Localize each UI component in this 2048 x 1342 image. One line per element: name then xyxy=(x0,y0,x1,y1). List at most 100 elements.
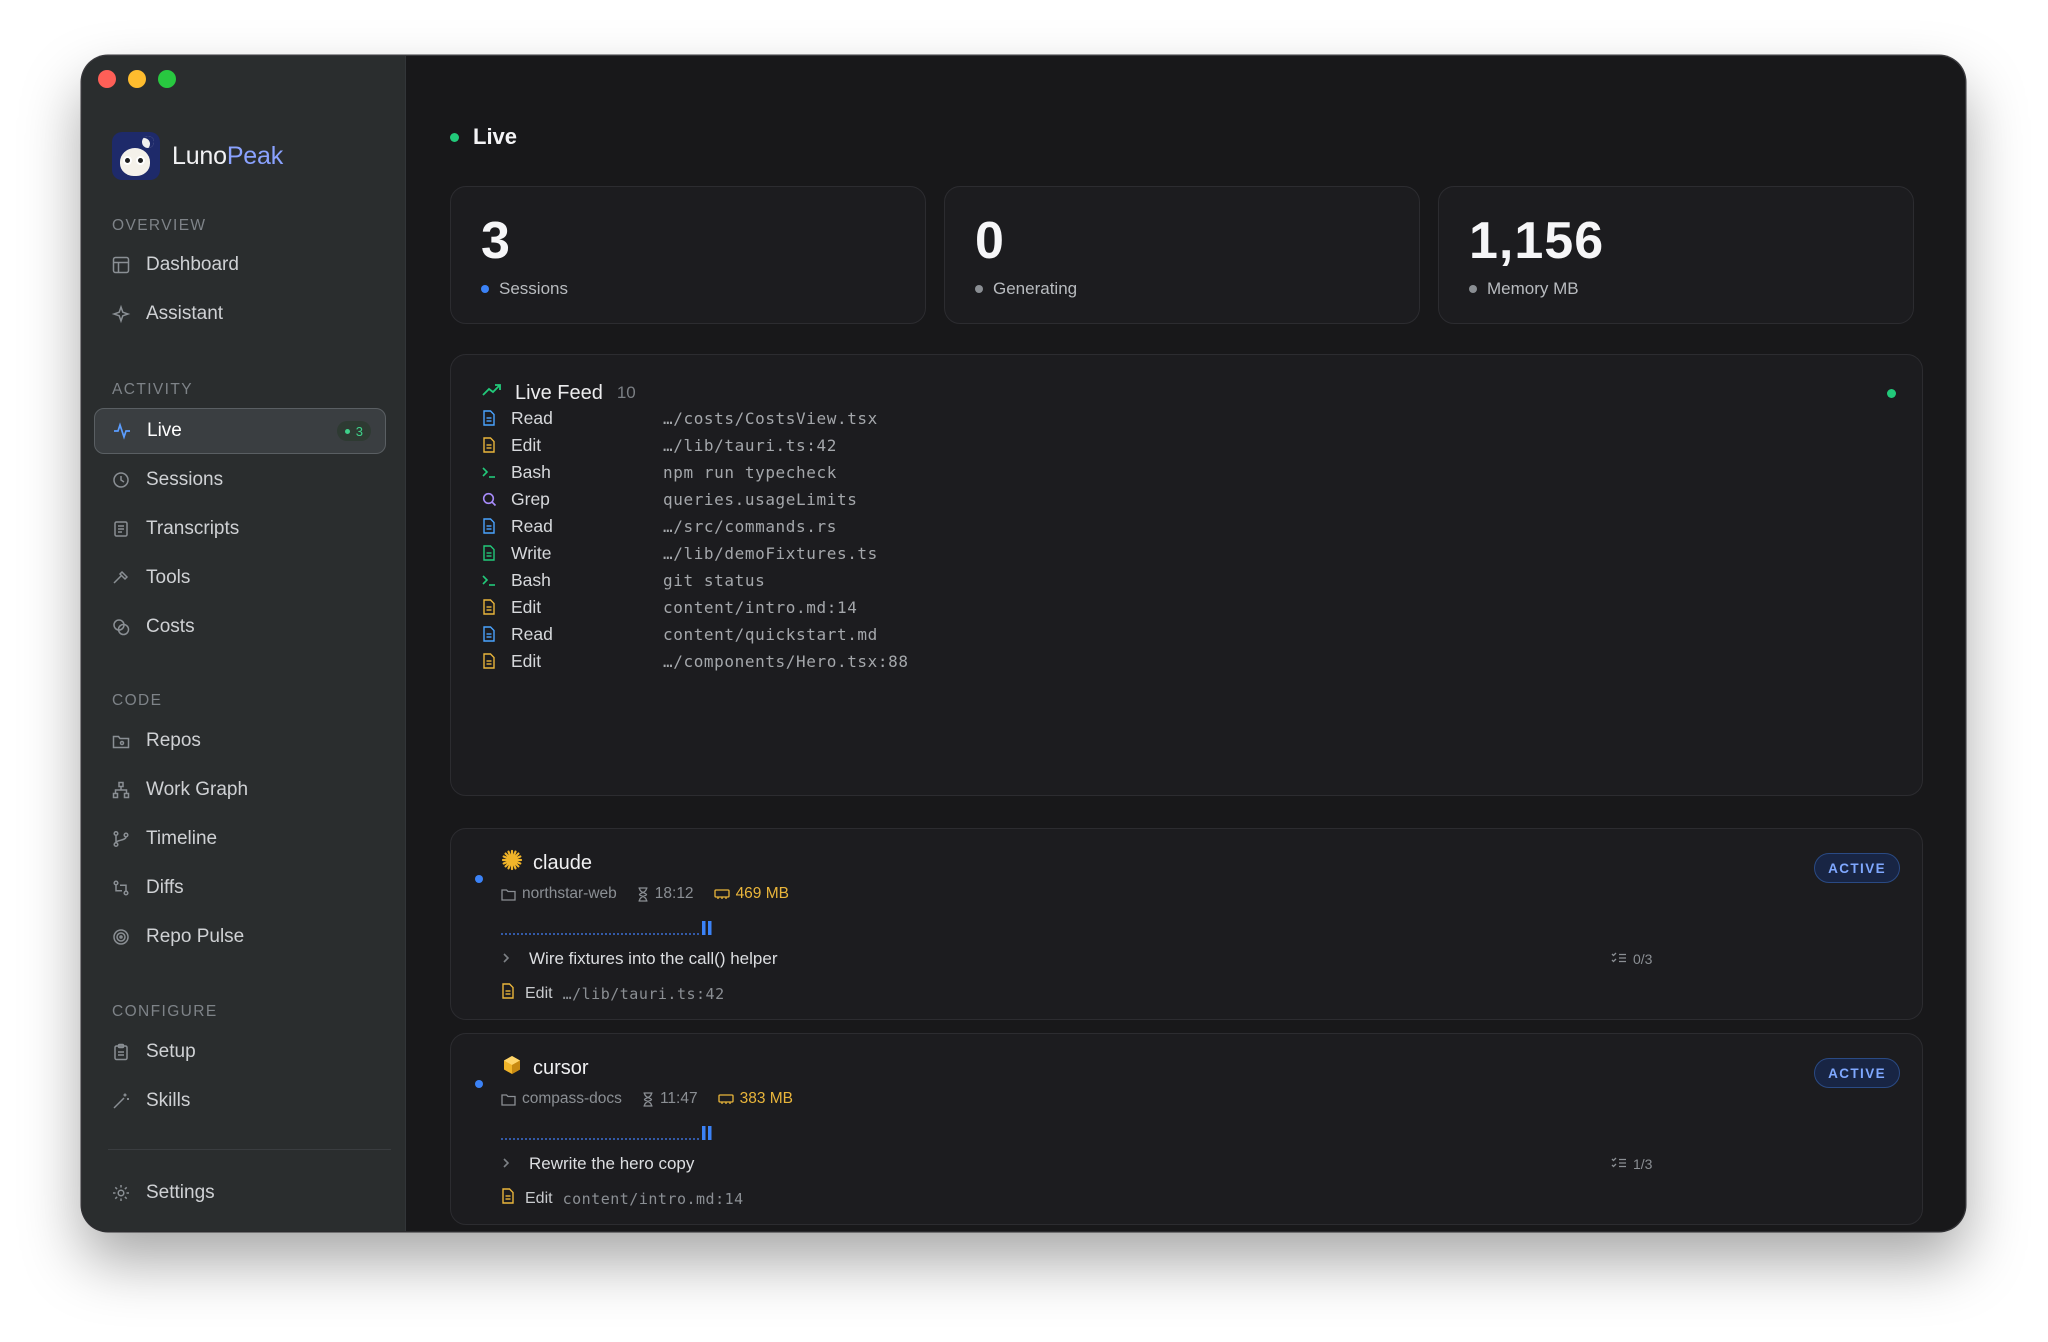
session-duration: 18:12 xyxy=(637,885,694,903)
sidebar-item-tools[interactable]: Tools xyxy=(94,555,386,601)
file-edit-icon xyxy=(501,1188,515,1209)
folder-icon xyxy=(501,888,516,901)
live-feed-panel: Live Feed 10 Read …/costs/CostsView.tsx Ed… xyxy=(450,354,1923,796)
session-card-claude[interactable]: claude northstar-web 18:12 469 MB ACTIVE… xyxy=(450,828,1923,1020)
page-title: Live xyxy=(450,124,517,150)
session-card-cursor[interactable]: cursor compass-docs 11:47 383 MB ACTIVE … xyxy=(450,1033,1923,1225)
sidebar-item-assistant[interactable]: Assistant xyxy=(94,291,386,337)
session-last-tool: Edit xyxy=(525,1189,553,1207)
git-compare-icon xyxy=(110,877,132,899)
section-label-activity: ACTIVITY xyxy=(112,381,193,398)
sidebar-item-skills[interactable]: Skills xyxy=(94,1078,386,1124)
session-repo: northstar-web xyxy=(501,885,617,903)
sidebar-item-repo-pulse[interactable]: Repo Pulse xyxy=(94,914,386,960)
stat-value: 1,156 xyxy=(1469,212,1605,270)
sidebar-item-dashboard[interactable]: Dashboard xyxy=(94,242,386,288)
feed-row[interactable]: Edit …/components/Hero.tsx:88 xyxy=(481,646,1681,676)
session-repo-name: northstar-web xyxy=(522,885,617,902)
sidebar-item-work-graph[interactable]: Work Graph xyxy=(94,767,386,813)
sidebar-item-settings[interactable]: Settings xyxy=(94,1170,386,1216)
sidebar-item-diffs[interactable]: Diffs xyxy=(94,865,386,911)
file-edit-icon xyxy=(481,652,497,670)
feed-tool-name: Read xyxy=(511,515,553,536)
zoom-window-button[interactable] xyxy=(158,70,176,88)
file-icon xyxy=(481,517,497,535)
brand: LunoPeak xyxy=(112,132,283,180)
session-memory-value: 383 MB xyxy=(739,1090,793,1107)
scroll-icon xyxy=(110,518,132,540)
file-edit-icon xyxy=(501,983,515,1004)
sidebar-item-sessions[interactable]: Sessions xyxy=(94,457,386,503)
session-memory: 383 MB xyxy=(717,1090,793,1108)
session-status-badge: ACTIVE xyxy=(1814,853,1900,883)
sidebar-item-label: Work Graph xyxy=(146,779,249,800)
session-title: cursor xyxy=(501,1054,589,1082)
sidebar-item-live[interactable]: Live 3 xyxy=(94,408,386,454)
stat-card-generating: 0 Generating xyxy=(944,186,1420,324)
owl-logo xyxy=(112,132,160,180)
sidebar-item-repos[interactable]: Repos xyxy=(94,718,386,764)
session-duration: 11:47 xyxy=(642,1090,698,1108)
feed-row[interactable]: Bash npm run typecheck xyxy=(481,457,1681,487)
memory-chip-icon xyxy=(713,888,730,900)
feed-tool-name: Read xyxy=(511,407,553,428)
feed-target-path: …/components/Hero.tsx:88 xyxy=(663,651,909,671)
session-task-row[interactable]: Wire fixtures into the call() helper xyxy=(501,949,777,969)
sidebar-item-label: Setup xyxy=(146,1041,196,1062)
session-memory-value: 469 MB xyxy=(735,885,789,902)
feed-row[interactable]: Bash git status xyxy=(481,565,1681,595)
terminal-icon xyxy=(481,463,497,481)
feed-row[interactable]: Read content/quickstart.md xyxy=(481,619,1681,649)
section-label-overview: OVERVIEW xyxy=(112,217,207,234)
brand-name-second: Peak xyxy=(226,141,284,170)
app-window: LunoPeak OVERVIEW Dashboard Assistant AC… xyxy=(82,56,1965,1231)
radar-icon xyxy=(110,926,132,948)
file-edit-icon xyxy=(481,598,497,616)
sidebar: LunoPeak OVERVIEW Dashboard Assistant AC… xyxy=(82,56,406,1231)
feed-row[interactable]: Edit …/lib/tauri.ts:42 xyxy=(481,430,1681,460)
session-last-path: content/intro.md:14 xyxy=(562,1189,744,1208)
feed-target-path: …/lib/demoFixtures.ts xyxy=(663,543,878,563)
stat-label: Sessions xyxy=(481,279,568,299)
chevron-right-icon xyxy=(501,1156,513,1172)
terminal-icon xyxy=(481,571,497,589)
checklist-icon xyxy=(1611,1156,1627,1172)
section-label-configure: CONFIGURE xyxy=(112,1003,218,1020)
minimize-window-button[interactable] xyxy=(128,70,146,88)
feed-target-path: …/src/commands.rs xyxy=(663,516,837,536)
feed-tool-name: Grep xyxy=(511,488,550,509)
close-window-button[interactable] xyxy=(98,70,116,88)
coins-icon xyxy=(110,616,132,638)
hammer-icon xyxy=(110,567,132,589)
feed-row[interactable]: Read …/costs/CostsView.tsx xyxy=(481,403,1681,433)
sidebar-item-transcripts[interactable]: Transcripts xyxy=(94,506,386,552)
activity-pulse-icon xyxy=(111,420,133,442)
feed-row[interactable]: Read …/src/commands.rs xyxy=(481,511,1681,541)
sidebar-item-setup[interactable]: Setup xyxy=(94,1029,386,1075)
feed-tool-name: Edit xyxy=(511,434,542,455)
feed-row[interactable]: Grep queries.usageLimits xyxy=(481,484,1681,514)
sidebar-item-label: Dashboard xyxy=(146,254,239,275)
sparkle-icon xyxy=(110,303,132,325)
session-progress-value: 0/3 xyxy=(1633,951,1653,967)
stat-label-text: Sessions xyxy=(499,279,568,298)
live-indicator-dot xyxy=(450,132,459,142)
feed-target-path: …/lib/tauri.ts:42 xyxy=(663,435,837,455)
live-feed-count: 10 xyxy=(616,383,636,402)
sidebar-item-costs[interactable]: Costs xyxy=(94,604,386,650)
feed-tool-name: Edit xyxy=(511,650,542,671)
sidebar-item-label: Settings xyxy=(146,1182,215,1203)
sidebar-item-label: Skills xyxy=(146,1090,191,1111)
sidebar-item-timeline[interactable]: Timeline xyxy=(94,816,386,862)
feed-row[interactable]: Write …/lib/demoFixtures.ts xyxy=(481,538,1681,568)
session-task-row[interactable]: Rewrite the hero copy xyxy=(501,1154,694,1174)
file-icon xyxy=(481,625,497,643)
session-status-dot xyxy=(475,875,483,883)
feed-row[interactable]: Edit content/intro.md:14 xyxy=(481,592,1681,622)
feed-tool-name: Bash xyxy=(511,569,551,590)
live-feed-title: Live Feed xyxy=(515,381,603,404)
feed-tool-name: Read xyxy=(511,623,553,644)
session-activity-sparkline xyxy=(501,1126,712,1140)
stat-label-text: Generating xyxy=(993,279,1078,298)
git-branch-icon xyxy=(110,828,132,850)
